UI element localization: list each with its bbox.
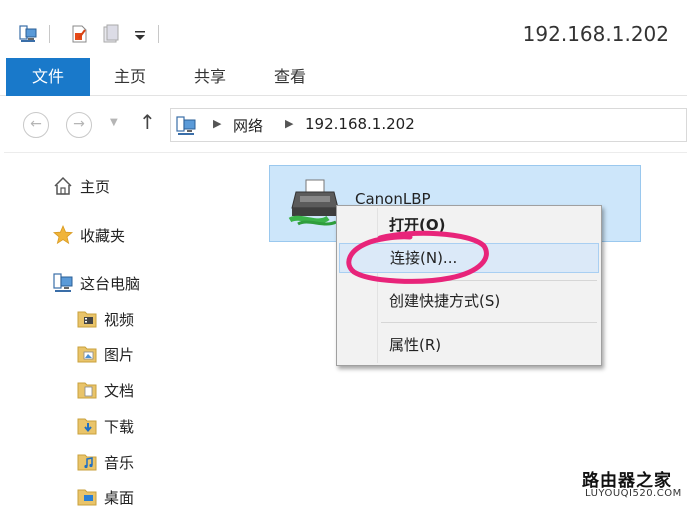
computer-icon [53, 273, 73, 292]
menu-item-open[interactable]: 打开(O) [339, 210, 599, 240]
tab-file[interactable]: 文件 [6, 58, 90, 96]
nav-item-label: 音乐 [104, 453, 135, 472]
nav-item-label: 主页 [80, 177, 111, 196]
nav-item-downloads[interactable]: 下载 [76, 414, 134, 438]
address-bar[interactable]: ▶ 网络 ▶ 192.168.1.202 [170, 108, 687, 142]
breadcrumb-chevron-icon[interactable]: ▶ [285, 117, 293, 130]
nav-item-desktop[interactable]: 桌面 [76, 485, 134, 507]
breadcrumb-host[interactable]: 192.168.1.202 [305, 115, 415, 133]
menu-item-connect[interactable]: 连接(N)... [339, 243, 599, 273]
nav-item-label: 图片 [104, 345, 135, 364]
nav-item-music[interactable]: 音乐 [76, 450, 134, 474]
watermark-url: LUYOUQI520.COM [585, 488, 682, 499]
up-button[interactable]: ↑ [139, 110, 156, 134]
star-icon [52, 224, 74, 245]
menu-item-properties[interactable]: 属性(R) [339, 330, 599, 360]
home-icon [54, 176, 72, 195]
nav-item-label: 下载 [104, 417, 135, 436]
tab-view[interactable]: 查看 [258, 58, 322, 96]
nav-item-label: 这台电脑 [80, 274, 141, 293]
breadcrumb-network[interactable]: 网络 [233, 115, 263, 136]
window-title: 192.168.1.202 [522, 22, 669, 46]
qa-separator [49, 25, 50, 43]
menu-item-create-shortcut[interactable]: 创建快捷方式(S) [339, 286, 599, 316]
nav-item-home[interactable]: 主页 [52, 174, 110, 198]
nav-item-videos[interactable]: 视频 [76, 307, 134, 331]
network-computer-icon [176, 116, 196, 135]
nav-item-favorites[interactable]: 收藏夹 [52, 223, 125, 247]
new-folder-icon[interactable] [101, 24, 121, 44]
tab-share[interactable]: 共享 [178, 58, 242, 96]
nav-item-label: 文档 [104, 381, 135, 400]
nav-item-documents[interactable]: 文档 [76, 378, 134, 402]
qa-separator [158, 25, 159, 43]
properties-icon[interactable] [69, 24, 89, 44]
ribbon: 文件 主页 共享 查看 [0, 58, 687, 96]
back-button[interactable]: ← [23, 112, 49, 138]
pictures-folder-icon [77, 346, 97, 363]
desktop-folder-icon [77, 489, 97, 506]
nav-item-pictures[interactable]: 图片 [76, 342, 134, 366]
nav-item-label: 桌面 [104, 488, 135, 507]
computer-icon[interactable] [18, 24, 38, 44]
menu-separator [381, 322, 597, 323]
title-bar: 192.168.1.202 [0, 0, 687, 58]
recent-locations-icon[interactable]: ▼ [110, 117, 118, 128]
nav-item-this-pc[interactable]: 这台电脑 [52, 271, 140, 295]
music-folder-icon [77, 454, 97, 471]
context-menu: 打开(O) 连接(N)... 创建快捷方式(S) 属性(R) [336, 205, 602, 366]
dropdown-icon[interactable] [131, 24, 151, 44]
nav-item-label: 收藏夹 [80, 226, 126, 245]
nav-item-label: 视频 [104, 310, 135, 329]
videos-folder-icon [77, 311, 97, 328]
navigation-bar: ← → ▼ ↑ ▶ 网络 ▶ 192.168.1.202 [0, 97, 687, 153]
downloads-folder-icon [77, 418, 97, 435]
forward-button[interactable]: → [66, 112, 92, 138]
documents-folder-icon [77, 382, 97, 399]
breadcrumb-chevron-icon[interactable]: ▶ [213, 117, 221, 130]
menu-separator [381, 280, 597, 281]
tab-home[interactable]: 主页 [98, 58, 162, 96]
